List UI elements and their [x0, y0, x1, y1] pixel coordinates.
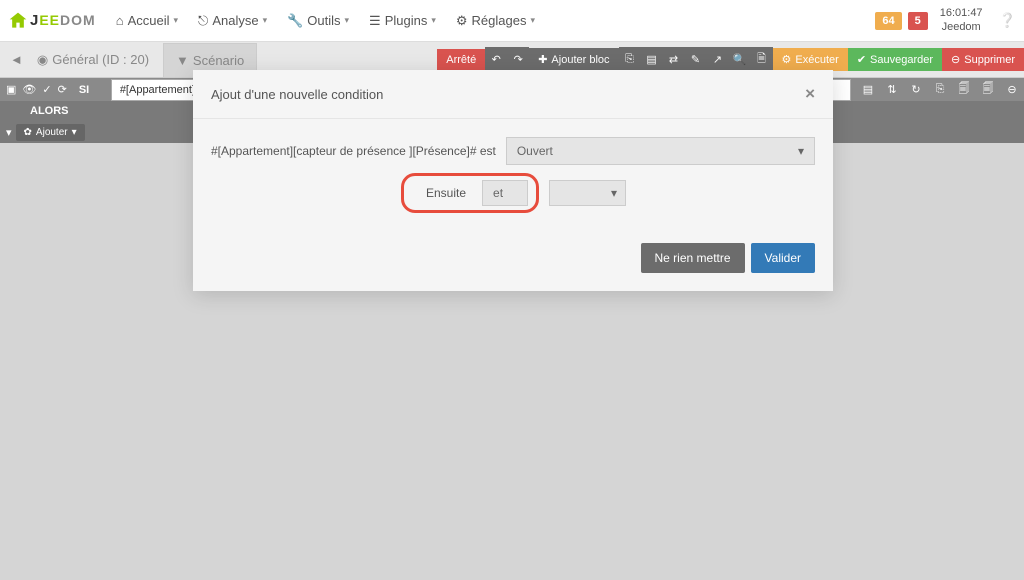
action-icon[interactable]: 🗐: [952, 78, 976, 101]
modal-title: Ajout d'une nouvelle condition: [211, 87, 383, 102]
add-block-button[interactable]: ✚Ajouter bloc: [529, 48, 618, 71]
edit-icon[interactable]: ✎: [685, 47, 707, 72]
badge-warning[interactable]: 64: [875, 12, 901, 30]
clock-time: 16:01:47: [940, 7, 983, 20]
action-icon[interactable]: ↻: [904, 78, 928, 101]
main-navbar: JEEDOM ⌂Accueil▾ ⎋Analyse▾ 🔧Outils▾ ☰Plu…: [0, 0, 1024, 42]
copy-icon[interactable]: ⎘: [619, 47, 641, 72]
condition-expression: #[Appartement][capteur de présence ][Pré…: [211, 144, 496, 158]
nav-menu: ⌂Accueil▾ ⎋Analyse▾ 🔧Outils▾ ☰Plugins▾ ⚙…: [106, 13, 876, 29]
add-condition-modal: Ajout d'une nouvelle condition × #[Appar…: [193, 70, 833, 291]
confirm-button[interactable]: Valider: [751, 243, 815, 273]
exchange-icon[interactable]: ⇄: [663, 47, 685, 72]
ensuite-label: Ensuite: [412, 186, 472, 200]
highlight-annotation: Ensuite et: [401, 173, 539, 213]
dashboard-icon: ◉: [37, 52, 48, 68]
gear-icon: ✿: [24, 127, 32, 138]
toolbar-right: Arrêté ↶ ↷ ✚Ajouter bloc ⎘ ▤ ⇄ ✎ ↗ 🔍 🗎 ⚙…: [437, 47, 1024, 72]
chevron-down-icon: ▾: [798, 144, 804, 158]
modal-body: #[Appartement][capteur de présence ][Pré…: [193, 119, 833, 231]
check-icon: ✔: [857, 53, 866, 66]
eye-icon[interactable]: 👁: [22, 83, 36, 96]
caret-icon: ▾: [530, 15, 535, 26]
export-icon[interactable]: ↗: [707, 47, 729, 72]
undo-icon[interactable]: ↶: [485, 47, 507, 72]
save-button[interactable]: ✔Sauvegarder: [848, 48, 942, 71]
close-icon[interactable]: ⊖: [1000, 78, 1024, 101]
ensuite-row: Ensuite et ▾: [211, 173, 815, 213]
nav-reglages[interactable]: ⚙Réglages▾: [446, 13, 545, 29]
si-label: SI: [79, 84, 111, 96]
nav-outils[interactable]: 🔧Outils▾: [277, 13, 359, 29]
action-icon[interactable]: ▤: [856, 78, 880, 101]
back-button[interactable]: ◄: [10, 52, 23, 67]
list-icon: ☰: [369, 13, 381, 29]
operator-select[interactable]: ▾: [549, 180, 626, 206]
help-icon[interactable]: ❔: [999, 12, 1016, 29]
operator-select-highlighted[interactable]: et: [482, 180, 528, 206]
caret-icon: ▾: [72, 127, 77, 138]
badge-error[interactable]: 5: [908, 12, 928, 30]
nav-accueil[interactable]: ⌂Accueil▾: [106, 13, 188, 29]
gear-icon: ⚙: [456, 13, 468, 29]
caret-icon[interactable]: ▾: [6, 126, 12, 139]
delete-button[interactable]: ⊖Supprimer: [942, 48, 1024, 71]
state-badge[interactable]: Arrêté: [437, 49, 485, 71]
cog-icon: ⚙: [782, 53, 792, 66]
check-icon[interactable]: ✓: [42, 83, 51, 96]
nav-right: 64 5 16:01:47 Jeedom ❔: [875, 7, 1016, 33]
nav-plugins[interactable]: ☰Plugins▾: [359, 13, 446, 29]
template-icon[interactable]: ▤: [641, 47, 663, 72]
log-icon[interactable]: 🗎: [751, 47, 773, 72]
filter-icon: ▼: [176, 53, 189, 68]
caret-icon: ▾: [263, 15, 268, 26]
action-icon[interactable]: ⎘: [928, 78, 952, 101]
chevron-down-icon: ▾: [611, 186, 617, 200]
nav-analyse[interactable]: ⎋Analyse▾: [188, 13, 277, 29]
action-icon[interactable]: ⇅: [880, 78, 904, 101]
cancel-button[interactable]: Ne rien mettre: [641, 243, 745, 273]
clock: 16:01:47 Jeedom: [940, 7, 983, 33]
value-select[interactable]: Ouvert ▾: [506, 137, 815, 165]
add-action-dropdown[interactable]: ✿Ajouter▾: [16, 124, 85, 141]
logo-text: JEEDOM: [30, 12, 96, 29]
minus-icon: ⊖: [951, 53, 960, 66]
refresh-icon[interactable]: ⟳: [58, 83, 67, 96]
plus-icon: ✚: [538, 53, 547, 66]
logo[interactable]: JEEDOM: [8, 11, 96, 31]
action-icon[interactable]: 🗐: [976, 78, 1000, 101]
wrench-icon: 🔧: [287, 13, 303, 29]
alors-label: ALORS: [30, 105, 69, 117]
caret-icon: ▾: [173, 15, 178, 26]
caret-icon: ▾: [345, 15, 350, 26]
row-actions: ▤ ⇅ ↻ ⎘ 🗐 🗐 ⊖: [856, 78, 1024, 101]
condition-row: #[Appartement][capteur de présence ][Pré…: [211, 137, 815, 165]
redo-icon[interactable]: ↷: [507, 47, 529, 72]
clock-label: Jeedom: [940, 21, 983, 34]
row-handles: ▣ 👁 ✓ ⟳: [0, 83, 73, 96]
activity-icon: ⎋: [198, 13, 208, 29]
collapse-icon[interactable]: ▣: [6, 83, 16, 96]
modal-footer: Ne rien mettre Valider: [193, 231, 833, 291]
general-tab[interactable]: ◉Général (ID : 20): [37, 52, 149, 68]
caret-icon: ▾: [431, 15, 436, 26]
logo-icon: [8, 11, 28, 31]
close-icon[interactable]: ×: [805, 84, 815, 104]
search-icon[interactable]: 🔍: [729, 47, 751, 72]
execute-button[interactable]: ⚙Exécuter: [773, 48, 848, 71]
home-icon: ⌂: [116, 13, 124, 28]
modal-header: Ajout d'une nouvelle condition ×: [193, 70, 833, 119]
